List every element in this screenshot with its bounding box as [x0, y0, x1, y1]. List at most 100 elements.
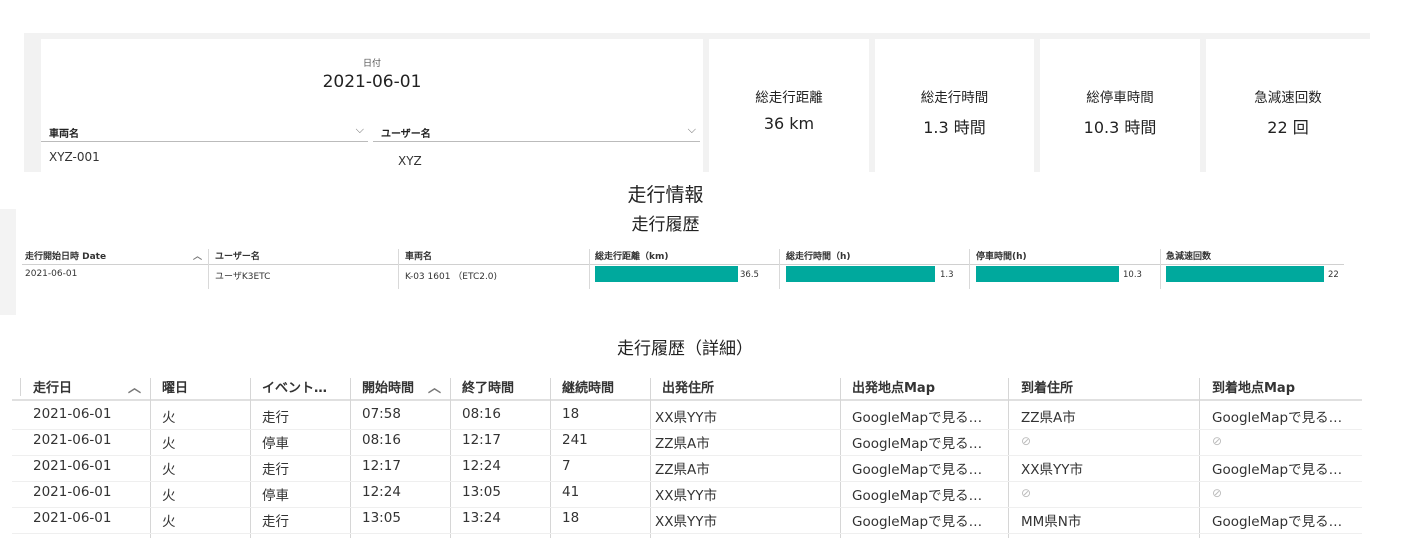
history-col-vehicle[interactable]: 車両名 [405, 249, 432, 262]
detail-cell-weekday: 火 [162, 436, 176, 452]
stop-time-bar-value: 10.3 [1123, 270, 1142, 280]
column-divider [969, 249, 970, 289]
row-divider [12, 429, 1362, 430]
detail-cell-arrival-map[interactable]: GoogleMapで見る… [1212, 510, 1342, 530]
detail-cell-departure: ZZ県A市 [655, 436, 710, 452]
detail-cell-weekday: 火 [162, 462, 176, 478]
detail-cell-start: 08:16 [362, 432, 401, 448]
detail-cell-arrival-map[interactable]: GoogleMapで見る… [1212, 458, 1342, 478]
user-dropdown[interactable]: ユーザー名 ⌵ [373, 123, 700, 142]
history-col-date[interactable]: 走行開始日時 Date [25, 249, 106, 262]
detail-cell-event: 停車 [262, 436, 289, 452]
column-divider [250, 378, 251, 538]
section-title: 走行情報 [627, 184, 704, 206]
drive-time-bar-value: 1.3 [940, 270, 954, 280]
row-divider [12, 533, 1362, 534]
detail-title: 走行履歴（詳細） [617, 339, 753, 359]
column-divider [1008, 378, 1009, 538]
column-divider [20, 378, 21, 396]
detail-cell-arrival-map[interactable]: GoogleMapで見る… [1212, 406, 1342, 426]
column-divider [650, 378, 651, 538]
kpi-stop-time-title: 総停車時間 [1086, 90, 1154, 106]
left-divider [24, 39, 41, 172]
stop-time-bar [976, 266, 1119, 282]
detail-cell-event: 走行 [262, 462, 289, 478]
kpi-distance-value: 36 km [763, 114, 815, 133]
detail-cell-date: 2021-06-01 [33, 510, 112, 526]
detail-cell-departure: XX県YY市 [655, 410, 717, 426]
sort-asc-icon[interactable]: ︿ [428, 377, 441, 396]
detail-col-duration[interactable]: 継続時間 [562, 377, 614, 396]
row-divider [12, 481, 1362, 482]
vehicle-dropdown-label: 車両名 [49, 129, 79, 140]
history-title: 走行履歴 [631, 215, 700, 235]
detail-cell-event: 走行 [262, 514, 289, 530]
chevron-down-icon[interactable]: ⌵ [356, 123, 364, 137]
detail-cell-date: 2021-06-01 [33, 406, 112, 422]
detail-col-arrival-map[interactable]: 到着地点Map [1212, 377, 1295, 396]
column-divider [150, 378, 151, 538]
detail-col-start[interactable]: 開始時間 [362, 377, 414, 396]
detail-cell-date: 2021-06-01 [33, 458, 112, 474]
detail-cell-departure: ZZ県A市 [655, 462, 710, 478]
column-divider [1199, 378, 1200, 538]
column-divider [1160, 249, 1161, 289]
date-value[interactable]: 2021-06-01 [41, 72, 703, 92]
history-col-decel[interactable]: 急減速回数 [1166, 249, 1211, 262]
detail-cell-weekday: 火 [162, 410, 176, 426]
vehicle-value: XYZ-001 [49, 150, 100, 164]
detail-col-weekday[interactable]: 曜日 [162, 377, 188, 396]
detail-cell-end: 12:24 [462, 458, 501, 474]
detail-col-date[interactable]: 走行日 [33, 377, 72, 396]
detail-cell-arrival: ⊘ [1021, 486, 1032, 500]
detail-cell-end: 08:16 [462, 406, 501, 422]
column-divider [450, 378, 451, 538]
detail-cell-duration: 18 [562, 510, 580, 526]
detail-cell-departure-map[interactable]: GoogleMapで見る… [852, 406, 982, 426]
vehicle-dropdown[interactable]: 車両名 ⌵ [41, 123, 368, 142]
detail-cell-duration: 18 [562, 406, 580, 422]
detail-cell-duration: 41 [562, 484, 580, 500]
top-divider [24, 33, 1370, 39]
detail-cell-weekday: 火 [162, 488, 176, 504]
detail-cell-departure-map[interactable]: GoogleMapで見る… [852, 432, 982, 452]
column-divider [398, 249, 399, 289]
detail-cell-departure-map[interactable]: GoogleMapで見る… [852, 458, 982, 478]
sort-asc-icon[interactable]: ︿ [193, 249, 202, 262]
history-col-stop-time[interactable]: 停車時間(h) [976, 249, 1027, 262]
decel-bar [1166, 266, 1324, 282]
detail-cell-departure-map[interactable]: GoogleMapで見る… [852, 510, 982, 530]
detail-cell-end: 13:05 [462, 484, 501, 500]
detail-col-departure-map[interactable]: 出発地点Map [852, 377, 935, 396]
detail-cell-weekday: 火 [162, 514, 176, 530]
detail-col-event[interactable]: イベント… [262, 377, 327, 396]
decel-bar-value: 22 [1328, 270, 1339, 280]
kpi-decel-value: 22 回 [1267, 118, 1309, 137]
detail-cell-departure-map[interactable]: GoogleMapで見る… [852, 484, 982, 504]
sort-asc-icon[interactable]: ︿ [128, 377, 141, 396]
history-col-distance[interactable]: 総走行距離（km) [595, 249, 668, 262]
detail-cell-event: 停車 [262, 488, 289, 504]
detail-col-departure[interactable]: 出発住所 [662, 377, 714, 396]
history-cell-date: 2021-06-01 [25, 269, 78, 279]
detail-cell-arrival-map: ⊘ [1212, 486, 1223, 500]
detail-cell-arrival: XX県YY市 [1021, 462, 1083, 478]
chevron-down-icon[interactable]: ⌵ [688, 123, 696, 137]
row-divider [12, 455, 1362, 456]
detail-cell-start: 13:05 [362, 510, 401, 526]
kpi-decel-title: 急減速回数 [1254, 90, 1322, 106]
drive-time-bar [786, 266, 935, 282]
column-divider [208, 249, 209, 289]
detail-cell-arrival-map: ⊘ [1212, 434, 1223, 448]
distance-bar [595, 266, 738, 282]
history-header-line [22, 264, 1344, 265]
kpi-drive-time-value: 1.3 時間 [923, 118, 986, 137]
history-col-user[interactable]: ユーザー名 [215, 249, 260, 262]
row-divider [12, 507, 1362, 508]
detail-col-end[interactable]: 終了時間 [462, 377, 514, 396]
column-divider [589, 249, 590, 289]
date-label: 日付 [362, 59, 381, 69]
history-col-drive-time[interactable]: 総走行時間（h) [786, 249, 851, 262]
detail-col-arrival[interactable]: 到着住所 [1021, 377, 1073, 396]
distance-bar-value: 36.5 [740, 270, 759, 280]
